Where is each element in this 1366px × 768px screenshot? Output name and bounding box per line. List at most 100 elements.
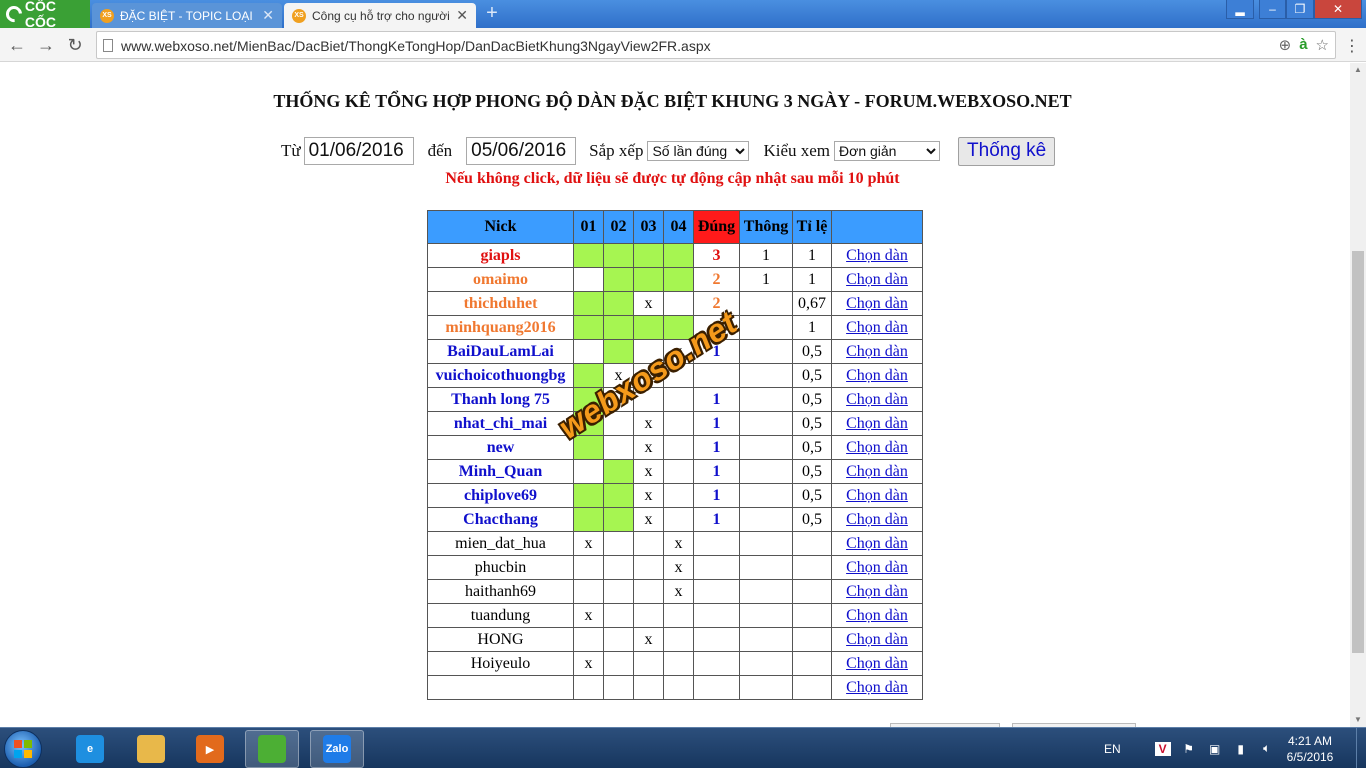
nick-cell: Minh_Quan bbox=[427, 459, 574, 484]
chon-dan-link[interactable]: Chọn dàn bbox=[846, 247, 908, 264]
coccoc-icon bbox=[258, 735, 286, 763]
taskbar-app-ie[interactable]: e bbox=[63, 730, 117, 768]
chon-dan-link[interactable]: Chọn dàn bbox=[846, 271, 908, 288]
tab-title: Công cụ hỗ trợ cho người bbox=[312, 8, 450, 23]
chon-dan-link[interactable]: Chọn dàn bbox=[846, 583, 908, 600]
chon-dan-link[interactable]: Chọn dàn bbox=[846, 367, 908, 384]
taskbar-app-explorer[interactable] bbox=[124, 730, 178, 768]
taskbar-app-media-player[interactable]: ▶ bbox=[183, 730, 237, 768]
header-ti-le: Tỉ lệ bbox=[792, 210, 832, 244]
chon-dan-link[interactable]: Chọn dàn bbox=[846, 487, 908, 504]
day-cell-02 bbox=[603, 651, 634, 676]
to-date-input[interactable] bbox=[466, 137, 577, 165]
back-icon[interactable]: ← bbox=[7, 35, 27, 55]
day-cell-04 bbox=[663, 243, 694, 268]
flag-icon[interactable]: ⚑ bbox=[1181, 742, 1197, 756]
chon-dan-link[interactable]: Chọn dàn bbox=[846, 631, 908, 648]
vivaldi-tray-icon[interactable]: V bbox=[1154, 741, 1171, 756]
chon-dan-link[interactable]: Chọn dàn bbox=[846, 511, 908, 528]
taskbar-app-zalo[interactable]: Zalo bbox=[310, 730, 364, 768]
device-icon[interactable]: ▣ bbox=[1207, 742, 1223, 756]
clock[interactable]: 4:21 AM 6/5/2016 bbox=[1280, 733, 1340, 765]
chon-dan-link[interactable]: Chọn dàn bbox=[846, 655, 908, 672]
nick-cell: minhquang2016 bbox=[427, 315, 574, 340]
show-desktop-button[interactable] bbox=[1356, 728, 1366, 768]
day-cell-01: x bbox=[573, 603, 604, 628]
chon-dan-link[interactable]: Chọn dàn bbox=[846, 319, 908, 336]
day-cell-01 bbox=[573, 579, 604, 604]
day-cell-02 bbox=[603, 507, 634, 532]
view-label: Kiểu xem bbox=[763, 141, 831, 160]
chon-dan-link[interactable]: Chọn dàn bbox=[846, 559, 908, 576]
day-cell-01 bbox=[573, 363, 604, 388]
thong-cell bbox=[739, 603, 793, 628]
url-text[interactable]: www.webxoso.net/MienBac/DacBiet/ThongKeT… bbox=[121, 38, 711, 54]
chon-dan-link[interactable]: Chọn dàn bbox=[846, 535, 908, 552]
forward-icon[interactable]: → bbox=[36, 35, 56, 55]
action-cell: Chọn dàn bbox=[831, 267, 923, 292]
day-cell-04 bbox=[663, 291, 694, 316]
header-day-01: 01 bbox=[573, 210, 604, 244]
close-icon[interactable]: ✕ bbox=[262, 7, 274, 24]
browser-logo[interactable]: CỐC CỐC bbox=[0, 0, 90, 30]
day-cell-01 bbox=[573, 315, 604, 340]
scrollbar-thumb[interactable] bbox=[1352, 251, 1364, 653]
table-row: nhat_chi_mai x 1 0,5 Chọn dàn bbox=[427, 411, 923, 436]
chon-dan-link[interactable]: Chọn dàn bbox=[846, 391, 908, 408]
taskbar-app-coccoc[interactable] bbox=[245, 730, 299, 768]
sort-select[interactable]: Số lần đúng bbox=[647, 141, 750, 161]
chon-dan-link[interactable]: Chọn dàn bbox=[846, 439, 908, 456]
nick-cell: phucbin bbox=[427, 555, 574, 580]
close-icon[interactable]: ✕ bbox=[456, 7, 468, 24]
chon-dan-link[interactable]: Chọn dàn bbox=[846, 343, 908, 360]
nick-cell: BaiDauLamLai bbox=[427, 339, 574, 364]
action-cell: Chọn dàn bbox=[831, 243, 923, 268]
nick-cell: tuandung bbox=[427, 603, 574, 628]
profile-icon[interactable]: ▂ bbox=[1226, 0, 1254, 19]
day-cell-01 bbox=[573, 339, 604, 364]
thong-cell bbox=[739, 627, 793, 652]
view-select[interactable]: Đơn giản bbox=[834, 141, 941, 161]
tab-cong-cu[interactable]: XS Công cụ hỗ trợ cho người ✕ bbox=[284, 3, 476, 28]
scroll-down-icon[interactable]: ▼ bbox=[1350, 713, 1366, 727]
ti-le-cell bbox=[792, 627, 832, 652]
day-cell-03: x bbox=[633, 411, 664, 436]
language-indicator[interactable]: EN bbox=[1104, 742, 1121, 756]
menu-icon[interactable]: ⋮ bbox=[1344, 36, 1360, 55]
chon-dan-link[interactable]: Chọn dàn bbox=[846, 607, 908, 624]
day-cell-01 bbox=[573, 387, 604, 412]
zoom-icon[interactable]: ⊕ bbox=[1279, 36, 1292, 54]
dung-cell bbox=[693, 579, 740, 604]
volume-icon[interactable]: 🔈︎ bbox=[1259, 741, 1275, 756]
scrollbar[interactable]: ▲ ▼ bbox=[1350, 63, 1366, 727]
restore-icon[interactable]: ❐ bbox=[1286, 0, 1314, 19]
start-button[interactable] bbox=[4, 730, 42, 768]
scroll-up-icon[interactable]: ▲ bbox=[1350, 63, 1366, 77]
close-window-icon[interactable]: ✕ bbox=[1314, 0, 1362, 19]
chon-dan-link[interactable]: Chọn dàn bbox=[846, 679, 908, 696]
ti-le-cell: 0,5 bbox=[792, 459, 832, 484]
network-icon[interactable]: ▮ bbox=[1233, 742, 1249, 756]
from-date-input[interactable] bbox=[303, 137, 414, 165]
day-cell-04 bbox=[663, 387, 694, 412]
dung-cell: 1 bbox=[693, 507, 740, 532]
chon-dan-link[interactable]: Chọn dàn bbox=[846, 463, 908, 480]
action-cell: Chọn dàn bbox=[831, 387, 923, 412]
coccoc-a-icon[interactable]: à bbox=[1299, 36, 1307, 54]
chon-dan-link[interactable]: Chọn dàn bbox=[846, 415, 908, 432]
submit-button[interactable]: Thống kê bbox=[958, 136, 1056, 166]
nick-cell: Thanh long 75 bbox=[427, 387, 574, 412]
chon-dan-link[interactable]: Chọn dàn bbox=[846, 295, 908, 312]
thong-cell bbox=[739, 651, 793, 676]
page-title: THỐNG KÊ TỔNG HỢP PHONG ĐỘ DÀN ĐẶC BIỆT … bbox=[273, 91, 1072, 111]
tab-dac-biet[interactable]: XS ĐẶC BIỆT - TOPIC LOẠI ĐẶ ✕ bbox=[92, 3, 282, 28]
dung-cell bbox=[693, 627, 740, 652]
new-tab-icon[interactable]: + bbox=[482, 3, 502, 24]
ti-le-cell: 1 bbox=[792, 267, 832, 292]
url-field[interactable]: www.webxoso.net/MienBac/DacBiet/ThongKeT… bbox=[96, 31, 1336, 59]
reload-icon[interactable]: ↻ bbox=[65, 35, 85, 55]
minimize-icon[interactable]: – bbox=[1259, 0, 1286, 19]
table-row: phucbin x Chọn dàn bbox=[427, 555, 923, 580]
star-icon[interactable]: ☆ bbox=[1316, 36, 1329, 54]
ti-le-cell: 0,5 bbox=[792, 339, 832, 364]
